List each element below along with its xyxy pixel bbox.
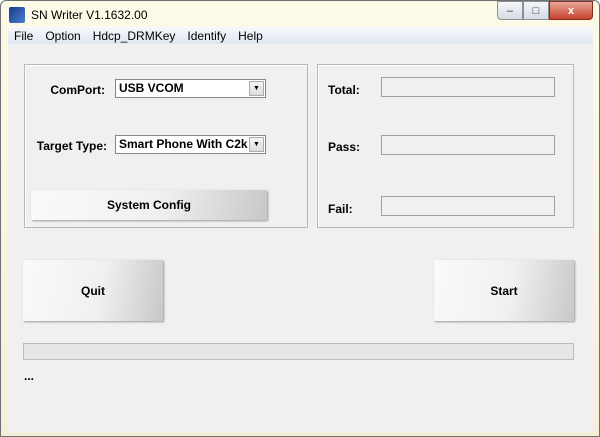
fail-label: Fail: (328, 202, 353, 216)
comport-select[interactable]: USB VCOM ▼ (115, 79, 266, 98)
total-field (381, 77, 555, 97)
pass-label: Pass: (328, 140, 361, 154)
menu-bar: File Option Hdcp_DRMKey Identify Help (8, 27, 593, 44)
fail-field (381, 196, 555, 216)
status-text: ... (24, 369, 35, 383)
total-label: Total: (328, 83, 360, 97)
title-bar: SN Writer V1.1632.00 (9, 6, 148, 24)
comport-value: USB VCOM (119, 81, 184, 95)
chevron-down-icon[interactable]: ▼ (249, 137, 264, 152)
start-button[interactable]: Start (434, 260, 574, 321)
target-type-value: Smart Phone With C2k (119, 137, 248, 151)
stats-group: Total: Pass: Fail: (317, 64, 574, 228)
maximize-button[interactable]: □ (523, 1, 549, 20)
menu-help[interactable]: Help (232, 29, 269, 43)
client-area: ComPort: USB VCOM ▼ Target Type: Smart P… (8, 44, 593, 432)
minimize-button[interactable]: – (497, 1, 523, 20)
pass-field (381, 135, 555, 155)
menu-file[interactable]: File (8, 29, 39, 43)
comport-label: ComPort: (50, 83, 105, 97)
target-type-select[interactable]: Smart Phone With C2k ▼ (115, 135, 266, 154)
progress-bar (23, 343, 574, 360)
menu-identify[interactable]: Identify (181, 29, 232, 43)
app-icon (9, 7, 25, 23)
quit-button[interactable]: Quit (23, 260, 163, 321)
close-button[interactable]: x (549, 1, 593, 20)
menu-hdcp-drmkey[interactable]: Hdcp_DRMKey (87, 29, 182, 43)
system-config-button[interactable]: System Config (31, 190, 267, 220)
app-window: SN Writer V1.1632.00 – □ x File Option H… (0, 0, 600, 437)
window-title: SN Writer V1.1632.00 (31, 8, 148, 22)
config-group: ComPort: USB VCOM ▼ Target Type: Smart P… (24, 64, 308, 228)
chevron-down-icon[interactable]: ▼ (249, 81, 264, 96)
menu-option[interactable]: Option (39, 29, 86, 43)
target-type-label: Target Type: (36, 139, 107, 153)
